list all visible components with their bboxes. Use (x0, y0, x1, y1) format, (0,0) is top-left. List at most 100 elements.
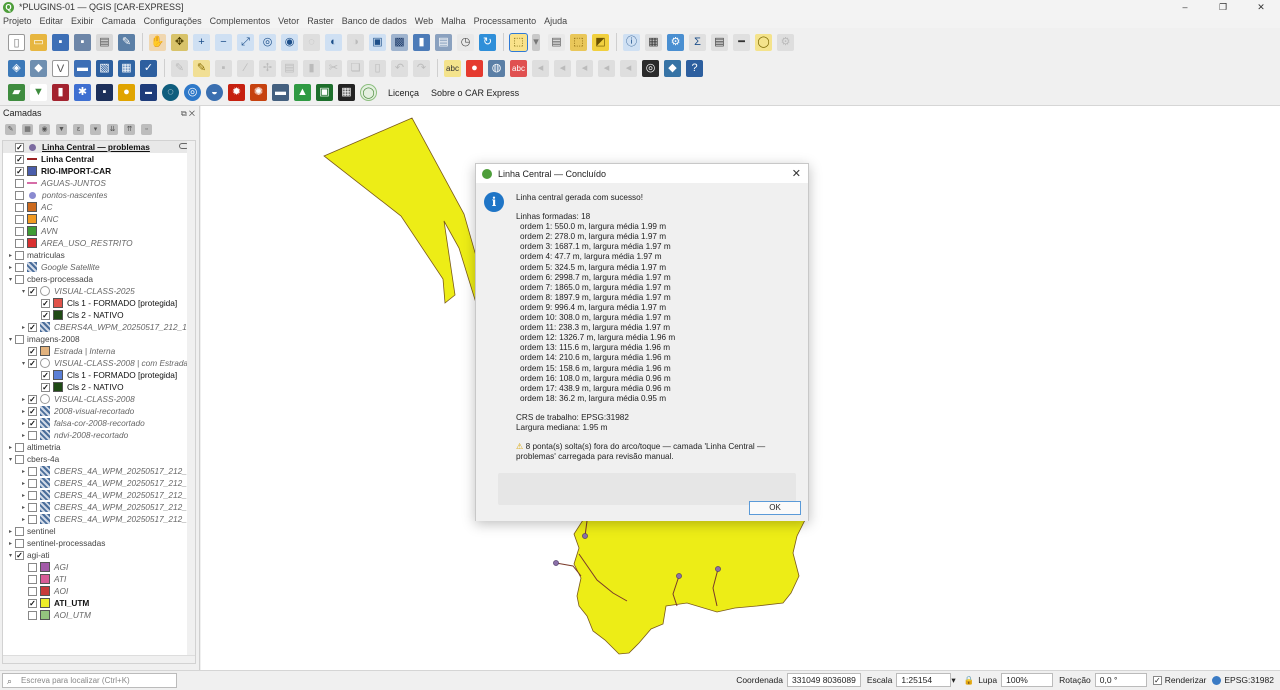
expanded-arrow-icon[interactable]: ▾ (6, 456, 15, 463)
globe-plugin-icon[interactable]: ◎ (642, 59, 659, 77)
add-wfs-icon[interactable]: ✓ (140, 59, 157, 77)
layer-tree-row[interactable]: RIO-IMPORT-CAR (3, 165, 195, 177)
expanded-arrow-icon[interactable]: ▾ (6, 336, 15, 343)
zoom-last-icon[interactable]: ◐ (325, 33, 342, 51)
add-wms-icon[interactable]: ▦ (118, 59, 135, 77)
layer-tree-row[interactable]: AOI_UTM (3, 609, 195, 621)
layer-visibility-checkbox[interactable] (15, 226, 24, 236)
collapsed-arrow-icon[interactable]: ▸ (19, 516, 28, 523)
zoom-next-icon[interactable]: ◑ (347, 33, 364, 51)
layer-visibility-checkbox[interactable] (15, 262, 24, 272)
sun-icon[interactable]: ● (118, 84, 135, 101)
statistics-sum-icon[interactable]: Σ (689, 33, 706, 51)
remove-layer-icon[interactable]: ▫ (141, 123, 152, 135)
cbers-icon[interactable]: ▬ (140, 84, 157, 101)
add-raster-icon[interactable]: ▬ (74, 59, 91, 77)
layer-visibility-checkbox[interactable] (15, 526, 24, 536)
layer-tree-row[interactable]: Estrada | Interna (3, 345, 195, 357)
collapsed-arrow-icon[interactable]: ▸ (6, 540, 15, 547)
layer-tree-hscrollbar[interactable] (3, 655, 195, 663)
layer-tree-row[interactable]: ▸ ndvi-2008-recortado (3, 429, 195, 441)
add-feature-icon[interactable]: ∕ (237, 59, 254, 77)
select-location-icon[interactable]: ◩ (592, 33, 609, 51)
layer-visibility-checkbox[interactable] (15, 166, 24, 176)
panel-float-close-buttons[interactable]: ⧉ ✕ (181, 107, 195, 121)
edit-pencil-icon[interactable]: ✎ (193, 59, 210, 77)
layer-visibility-checkbox[interactable] (15, 538, 24, 548)
select-features-icon[interactable]: ⬚ (509, 32, 528, 52)
layer-visibility-checkbox[interactable] (28, 562, 37, 572)
print-layout-icon[interactable]: ▤ (96, 33, 113, 51)
new-project-icon[interactable]: ▯ (8, 33, 25, 51)
layer-tree-row[interactable]: ▸ CBERS_4A_WPM_20250517_212_135_ (3, 477, 195, 489)
layer-tree-row[interactable]: ▸ sentinel-processadas (3, 537, 195, 549)
layer-tree-row[interactable]: ▸ CBERS_4A_WPM_20250517_212_135_ (3, 513, 195, 525)
pan-icon[interactable]: ✋ (149, 33, 166, 51)
layer-tree-row[interactable]: Linha Central — problemas (3, 141, 195, 153)
menu-web[interactable]: Web (415, 16, 433, 26)
filter-expression-icon[interactable]: ε (73, 123, 84, 135)
green-arrow-icon[interactable]: ▼ (30, 84, 47, 101)
layer-tree-row[interactable]: ATI (3, 573, 195, 585)
crs-globe-icon[interactable] (1212, 675, 1222, 685)
layer-visibility-checkbox[interactable] (28, 514, 37, 524)
menu-projeto[interactable]: Projeto (3, 16, 32, 26)
layer-visibility-checkbox[interactable] (15, 454, 24, 464)
crs-status[interactable]: EPSG:31982 (1224, 675, 1274, 685)
layer-visibility-checkbox[interactable] (41, 382, 50, 392)
vertex-tool-icon[interactable]: ✢ (259, 59, 276, 77)
zoom-selection-icon[interactable]: ◎ (259, 33, 276, 51)
layer-tree-row[interactable]: AREA_USO_RESTRITO (3, 237, 195, 249)
save-project-icon[interactable]: ▪ (52, 33, 69, 51)
collapsed-arrow-icon[interactable]: ▸ (19, 432, 28, 439)
expanded-arrow-icon[interactable]: ▾ (6, 276, 15, 283)
layer-visibility-checkbox[interactable] (28, 346, 37, 356)
camera-icon[interactable]: ▪ (96, 84, 113, 101)
measure-icon[interactable]: ━ (733, 33, 750, 51)
delete-selected-icon[interactable]: ▮ (303, 59, 320, 77)
layer-visibility-checkbox[interactable] (28, 394, 37, 404)
new-map-view-icon[interactable]: ▣ (369, 33, 386, 51)
settings-gear-icon[interactable]: ⚙ (667, 33, 684, 51)
collapsed-arrow-icon[interactable]: ▸ (19, 420, 28, 427)
label-property-icon[interactable]: ◂ (598, 59, 615, 77)
menu-ajuda[interactable]: Ajuda (544, 16, 567, 26)
modify-attributes-icon[interactable]: ▤ (281, 59, 298, 77)
pan-to-selection-icon[interactable]: ✥ (171, 33, 188, 51)
collapsed-arrow-icon[interactable]: ▸ (19, 408, 28, 415)
render-checkbox[interactable]: ✓ (1152, 675, 1162, 685)
python-console-icon[interactable]: ◆ (664, 59, 681, 77)
layer-tree-row[interactable]: ▸ Google Satellite (3, 261, 195, 273)
paste-features-icon[interactable]: ▯ (369, 59, 386, 77)
zoom-in-icon[interactable]: + (193, 33, 210, 51)
collapsed-arrow-icon[interactable]: ▸ (19, 504, 28, 511)
puzzle-icon[interactable]: ✱ (74, 84, 91, 101)
layer-tree-row[interactable]: ATI_UTM (3, 597, 195, 609)
layer-tree-row[interactable]: Linha Central (3, 153, 195, 165)
menu-raster[interactable]: Raster (307, 16, 334, 26)
map-tips-icon[interactable]: ◯ (755, 33, 772, 51)
layer-tree-row[interactable]: ▾ agi-ati (3, 549, 195, 561)
label-abc-icon[interactable]: abc (444, 59, 461, 77)
new-3d-map-icon[interactable]: ▩ (391, 33, 408, 51)
attribute-table-icon[interactable]: ▦ (645, 33, 662, 51)
layer-visibility-checkbox[interactable] (15, 214, 24, 224)
print-map-icon[interactable]: ▣ (316, 84, 333, 101)
new-layer-icon[interactable]: ◆ (30, 59, 47, 77)
layer-visibility-checkbox[interactable] (28, 466, 37, 476)
close-window-button[interactable]: ✕ (1242, 0, 1280, 14)
globe-icon[interactable]: ◌ (162, 84, 179, 101)
menu-complementos[interactable]: Complementos (210, 16, 271, 26)
layer-visibility-checkbox[interactable] (15, 334, 24, 344)
collapsed-arrow-icon[interactable]: ▸ (19, 396, 28, 403)
select-by-expression-icon[interactable]: ▤ (548, 33, 565, 51)
layer-visibility-checkbox[interactable] (28, 586, 37, 596)
layer-visibility-checkbox[interactable] (15, 274, 24, 284)
menu-camada[interactable]: Camada (102, 16, 136, 26)
collapse-all-icon[interactable]: ⇊ (107, 123, 118, 135)
lock-icon[interactable]: 🔒 (964, 675, 975, 686)
magnifier-field[interactable]: 100% (1001, 673, 1054, 687)
layer-tree-row[interactable]: AOI (3, 585, 195, 597)
layer-visibility-checkbox[interactable] (15, 202, 24, 212)
select-dropdown-icon[interactable]: ▾ (532, 33, 540, 51)
